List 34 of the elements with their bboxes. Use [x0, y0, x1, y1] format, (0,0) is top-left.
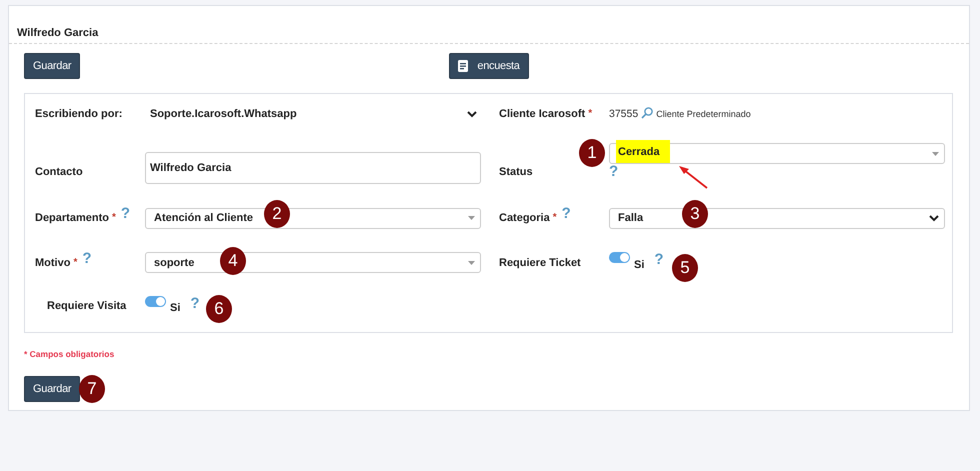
- search-icon: [641, 107, 654, 119]
- toggle-label: Si: [170, 302, 180, 314]
- chevron-down-icon: [467, 110, 477, 118]
- required-mark: *: [112, 212, 116, 223]
- save-button[interactable]: Guardar: [24, 376, 80, 402]
- caret-down-icon: [468, 216, 475, 220]
- survey-button[interactable]: encuesta: [449, 53, 529, 79]
- client-number: 37555: [609, 108, 638, 120]
- field-label: Cliente Icarosoft: [499, 108, 586, 120]
- required-mark: *: [552, 212, 557, 223]
- select-field[interactable]: Soporte.Icarosoft.Whatsapp: [145, 108, 481, 120]
- field-label: Status: [499, 166, 533, 178]
- toggle-label: Si: [634, 258, 644, 270]
- toggle-switch[interactable]: [609, 252, 630, 263]
- client-name: Cliente Predeterminado: [656, 109, 751, 119]
- field-label: Categoria: [499, 212, 550, 224]
- caret-down-icon: [932, 152, 939, 156]
- toggle-switch[interactable]: [145, 296, 166, 306]
- field-label: Requiere Visita: [47, 300, 126, 312]
- required-mark: *: [588, 108, 592, 119]
- field-label: Contacto: [35, 166, 83, 178]
- required-note: * Campos obligatorios: [24, 349, 116, 359]
- caret-down-icon: [468, 260, 475, 264]
- field-label: Escribiendo por:: [35, 108, 122, 120]
- field-label: Motivo: [35, 256, 70, 268]
- text-field[interactable]: Wilfredo Garcia: [145, 152, 481, 184]
- select-field[interactable]: Cerrada: [609, 143, 945, 164]
- chevron-down-icon: [929, 214, 939, 222]
- field-label: Departamento: [35, 212, 109, 224]
- save-button[interactable]: Guardar: [24, 53, 80, 79]
- panel-title: Wilfredo Garcia: [9, 6, 969, 44]
- field-label: Requiere Ticket: [499, 256, 581, 268]
- document-icon: [458, 60, 468, 72]
- required-mark: *: [73, 256, 78, 268]
